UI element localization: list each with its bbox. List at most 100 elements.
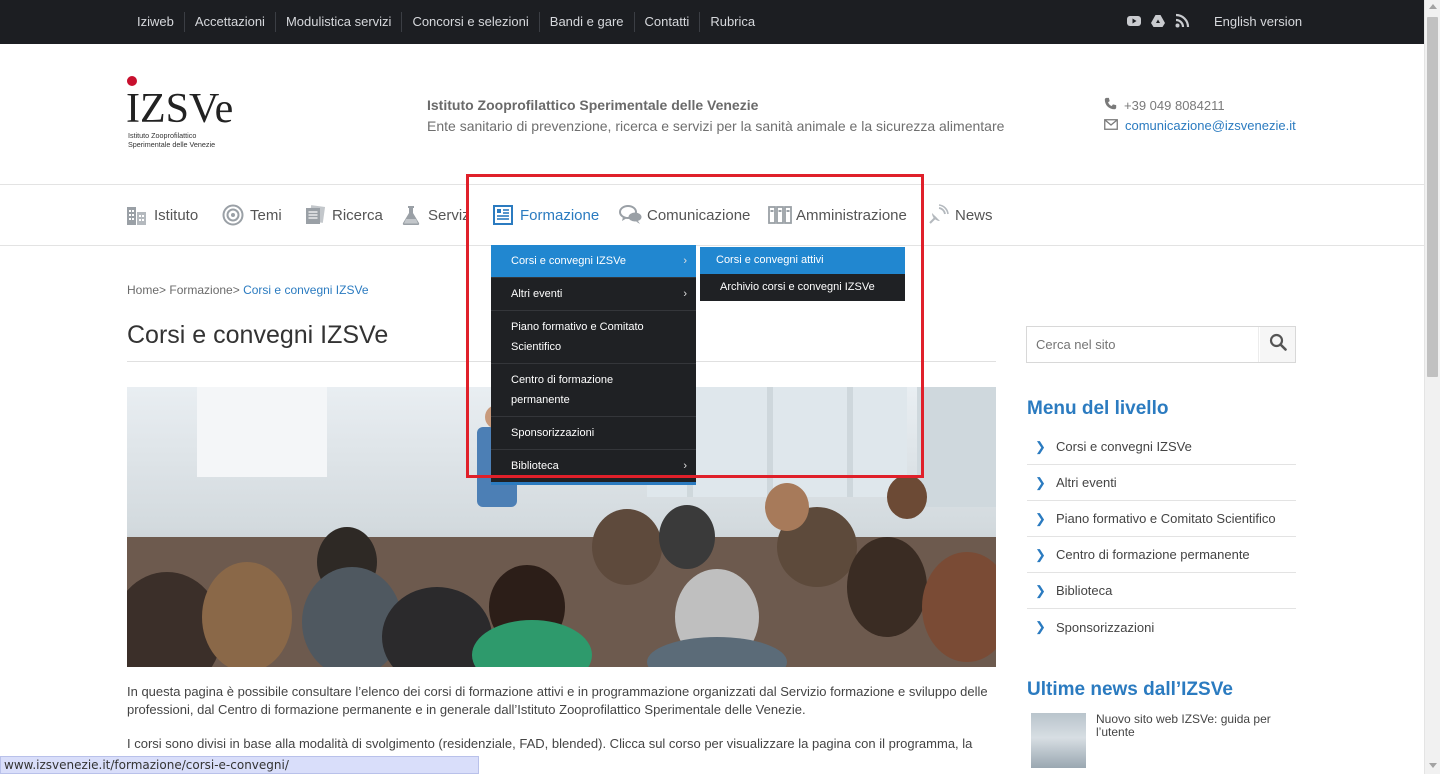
link-contatti[interactable]: Contatti <box>633 12 700 32</box>
nav-servizi[interactable]: Servizi <box>400 203 466 227</box>
nav-divider-top <box>0 184 1424 185</box>
english-version-link[interactable]: English version <box>1214 14 1302 29</box>
sidebar-item-label: Centro di formazione permanente <box>1056 547 1250 562</box>
sidebar-item-biblioteca[interactable]: ❯ Biblioteca <box>1027 573 1296 609</box>
link-modulistica[interactable]: Modulistica servizi <box>274 12 401 32</box>
site-search <box>1026 326 1296 363</box>
nav-temi[interactable]: Temi <box>222 203 282 227</box>
nav-comunicazione-label: Comunicazione <box>647 206 751 224</box>
nav-divider-bottom <box>0 245 1424 246</box>
chevron-right-icon: › <box>683 460 687 472</box>
sidebar-menu: ❯ Corsi e convegni IZSVe ❯ Altri eventi ❯ P… <box>1027 429 1296 645</box>
breadcrumb-separator: > <box>232 283 240 297</box>
dropdown-item-altri-eventi[interactable]: Altri eventi › <box>491 277 696 310</box>
search-icon <box>1269 333 1287 356</box>
phone-icon <box>1104 97 1117 113</box>
breadcrumb-separator: > <box>159 283 167 297</box>
utility-links: Iziweb Accettazioni Modulistica servizi … <box>127 0 765 44</box>
page-scrollbar[interactable] <box>1424 0 1440 774</box>
chevron-right-icon: ❯ <box>1035 546 1046 562</box>
nav-ricerca[interactable]: Ricerca <box>304 203 383 227</box>
sidebar-news-title: Ultime news dall’IZSVe <box>1027 679 1233 700</box>
nav-formazione[interactable]: Formazione <box>492 203 599 227</box>
dropdown-item-sponsorizzazioni[interactable]: Sponsorizzazioni <box>491 416 696 449</box>
target-icon <box>222 204 244 226</box>
logo-subtitle-1: Istituto Zooprofilattico <box>128 131 196 140</box>
link-accettazioni[interactable]: Accettazioni <box>183 12 275 32</box>
nav-news[interactable]: News <box>927 203 993 227</box>
chevron-right-icon: ❯ <box>1035 619 1046 634</box>
institute-subtitle: Ente sanitario di prevenzione, ricerca e… <box>427 118 1005 134</box>
chevron-right-icon: › <box>683 288 687 300</box>
dropdown-item-label: Centro di formazione permanente <box>511 374 614 406</box>
nav-formazione-label: Formazione <box>520 206 600 224</box>
phone-contact: +39 049 8084211 <box>1104 97 1225 113</box>
flask-icon <box>400 204 422 226</box>
nav-istituto[interactable]: Istituto <box>126 203 198 227</box>
dropdown-item-label: Piano formativo e Comitato Scientifico <box>511 321 644 353</box>
scrollbar-thumb[interactable] <box>1427 17 1438 377</box>
nav-ricerca-label: Ricerca <box>332 206 383 224</box>
izsve-logo[interactable]: IZSVe Istituto Zooprofilattico Speriment… <box>126 76 238 154</box>
dropdown-item-label: Corsi e convegni IZSVe <box>511 255 626 267</box>
email-contact: comunicazione@izsvenezie.it <box>1104 118 1296 133</box>
envelope-icon <box>1104 118 1118 133</box>
formazione-dropdown: Corsi e convegni IZSVe › Altri eventi › … <box>491 245 696 485</box>
sidebar-item-label: Corsi e convegni IZSVe <box>1056 439 1192 454</box>
dropdown-item-centro-formazione[interactable]: Centro di formazione permanente <box>491 363 696 416</box>
sidebar-menu-title: Menu del livello <box>1027 398 1169 419</box>
sidebar-item-label: Sponsorizzazioni <box>1056 619 1155 635</box>
sidebar-item-piano-formativo[interactable]: ❯ Piano formativo e Comitato Scientifico <box>1027 501 1296 537</box>
social-icons <box>1126 13 1190 29</box>
link-bandi[interactable]: Bandi e gare <box>538 12 634 32</box>
nav-amministrazione-label: Amministrazione <box>796 206 907 224</box>
documents-icon <box>304 204 326 226</box>
search-button[interactable] <box>1260 327 1295 362</box>
dropdown-item-corsi[interactable]: Corsi e convegni IZSVe › <box>491 245 696 277</box>
news-thumbnail[interactable] <box>1031 713 1086 768</box>
search-input[interactable] <box>1027 327 1259 362</box>
submenu-item-archivio[interactable]: Archivio corsi e convegni IZSVe <box>700 274 905 301</box>
dropdown-item-biblioteca[interactable]: Biblioteca › <box>491 449 696 482</box>
nav-amministrazione[interactable]: Amministrazione <box>768 203 907 227</box>
chevron-right-icon: ❯ <box>1035 582 1046 598</box>
breadcrumb: Home> Formazione> Corsi e convegni IZSVe <box>127 283 369 297</box>
book-icon <box>492 204 514 226</box>
phone-number: +39 049 8084211 <box>1124 97 1225 113</box>
link-rubrica[interactable]: Rubrica <box>699 12 765 32</box>
email-link[interactable]: comunicazione@izsvenezie.it <box>1125 118 1296 133</box>
youtube-icon[interactable] <box>1126 13 1142 29</box>
sidebar-item-centro-formazione[interactable]: ❯ Centro di formazione permanente <box>1027 537 1296 573</box>
sidebar-item-sponsorizzazioni[interactable]: ❯ Sponsorizzazioni <box>1027 609 1296 645</box>
institute-name: Istituto Zooprofilattico Sperimentale de… <box>427 97 759 113</box>
sidebar-item-label: Piano formativo e Comitato Scientifico <box>1056 511 1276 526</box>
breadcrumb-formazione[interactable]: Formazione <box>169 283 232 297</box>
google-drive-icon[interactable] <box>1150 13 1166 29</box>
chevron-right-icon: ❯ <box>1035 474 1046 490</box>
binders-icon <box>768 204 792 226</box>
breadcrumb-current: Corsi e convegni IZSVe <box>243 283 369 297</box>
dropdown-item-piano-formativo[interactable]: Piano formativo e Comitato Scientifico <box>491 310 696 363</box>
sidebar-item-altri-eventi[interactable]: ❯ Altri eventi <box>1027 465 1296 501</box>
chevron-right-icon: › <box>683 255 687 267</box>
breadcrumb-home[interactable]: Home <box>127 283 159 297</box>
submenu-item-corsi-attivi[interactable]: Corsi e convegni attivi <box>700 247 905 274</box>
satellite-icon <box>927 204 949 226</box>
chat-icon <box>619 204 642 226</box>
scroll-up-icon[interactable] <box>1429 4 1437 9</box>
sidebar-item-corsi[interactable]: ❯ Corsi e convegni IZSVe <box>1027 429 1296 465</box>
nav-istituto-label: Istituto <box>154 206 199 224</box>
body-paragraph: I corsi sono divisi in base alla modalit… <box>127 736 973 751</box>
dropdown-item-label: Sponsorizzazioni <box>511 427 595 439</box>
scroll-down-icon[interactable] <box>1429 763 1437 768</box>
chevron-right-icon: ❯ <box>1035 510 1046 526</box>
logo-text: IZSVe <box>126 86 233 132</box>
news-item-link[interactable]: Nuovo sito web IZSVe: guida per l’utente <box>1096 713 1286 739</box>
link-concorsi[interactable]: Concorsi e selezioni <box>401 12 538 32</box>
intro-paragraph: In questa pagina è possibile consultare … <box>127 684 988 717</box>
rss-icon[interactable] <box>1174 13 1190 29</box>
link-iziweb[interactable]: Iziweb <box>127 12 184 32</box>
sidebar-item-label: Biblioteca <box>1056 583 1113 598</box>
dropdown-item-label: Biblioteca <box>511 460 559 472</box>
nav-comunicazione[interactable]: Comunicazione <box>619 203 750 227</box>
